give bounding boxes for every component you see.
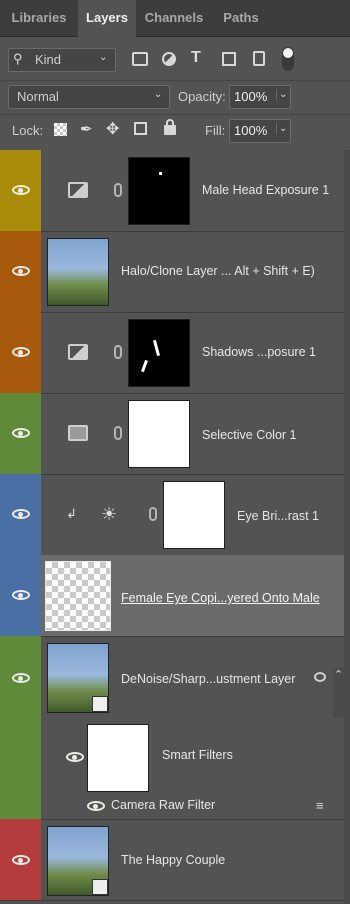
filter-kind-select[interactable]: ⚲ Kind ⌄ — [8, 48, 116, 72]
link-icon[interactable] — [149, 507, 157, 521]
camera-raw-eye-icon[interactable] — [87, 801, 105, 811]
layer-color-label — [0, 819, 41, 900]
layer-name[interactable]: Selective Color 1 — [202, 428, 297, 442]
lock-image-pixels-icon[interactable]: ✒ — [80, 120, 93, 138]
expand-chevron-icon[interactable]: ⌃ — [333, 668, 344, 718]
filter-toggle[interactable] — [282, 47, 294, 71]
lock-transparent-pixels-icon[interactable] — [54, 123, 67, 136]
layer-color-label — [0, 231, 41, 312]
layer-thumbnail[interactable] — [47, 826, 109, 896]
lock-position-icon[interactable]: ✥ — [106, 119, 119, 139]
layer-mask-thumbnail[interactable] — [128, 400, 190, 468]
layer-color-label — [0, 636, 41, 819]
layer-color-label — [0, 474, 41, 555]
eye-icon[interactable] — [12, 590, 30, 600]
link-icon[interactable] — [114, 183, 122, 197]
camera-raw-filter-label[interactable]: Camera Raw Filter — [111, 798, 215, 812]
smart-object-badge-icon — [92, 879, 108, 895]
link-icon[interactable] — [114, 426, 122, 440]
layer-thumbnail[interactable] — [45, 561, 111, 631]
eye-icon[interactable] — [12, 347, 30, 357]
layer-row[interactable]: DeNoise/Sharp...ustment Layer ⌃ Smart Fi… — [0, 636, 344, 820]
layer-name[interactable]: DeNoise/Sharp...ustment Layer — [121, 672, 295, 686]
brightness-contrast-icon: ☀ — [101, 504, 118, 524]
smart-object-badge-icon — [92, 696, 108, 712]
layer-name[interactable]: The Happy Couple — [121, 853, 225, 867]
fill-label: Fill: — [205, 123, 226, 138]
layer-thumbnail[interactable] — [47, 238, 109, 306]
layer-name[interactable]: Halo/Clone Layer ... Alt + Shift + E) — [121, 264, 315, 278]
lock-label: Lock: — [12, 123, 44, 138]
smart-filters-eye-icon[interactable] — [66, 752, 84, 762]
layer-name[interactable]: Eye Bri...rast 1 — [237, 509, 319, 523]
layer-color-label — [0, 150, 41, 231]
exposure-adjustment-icon — [68, 182, 88, 198]
search-icon: ⚲ — [13, 51, 23, 66]
layer-row[interactable]: Halo/Clone Layer ... Alt + Shift + E) — [0, 231, 344, 313]
pixel-layer-filter-icon[interactable] — [132, 52, 148, 66]
chevron-down-icon: ⌄ — [154, 89, 163, 100]
layer-row[interactable]: The Happy Couple — [0, 819, 344, 901]
fill-value: 100% — [234, 123, 268, 138]
eye-icon[interactable] — [12, 185, 30, 195]
filter-kind-label: Kind — [35, 52, 62, 67]
chevron-down-icon: ⌄ — [276, 89, 287, 100]
layer-row-selected[interactable]: Female Eye Copi...yered Onto Male — [0, 555, 344, 637]
blend-mode-select[interactable]: Normal ⌄ — [8, 85, 170, 109]
chevron-down-icon: ⌄ — [276, 123, 287, 134]
smart-filter-mask-thumbnail[interactable] — [87, 724, 149, 792]
eye-icon[interactable] — [12, 673, 30, 683]
layer-mask-thumbnail[interactable] — [128, 157, 190, 225]
panel-tabs: Libraries Layers Channels Paths — [0, 0, 350, 37]
eye-icon[interactable] — [12, 509, 30, 519]
lock-shackle — [166, 119, 174, 127]
layer-color-label — [0, 393, 41, 474]
layer-name[interactable]: Male Head Exposure 1 — [202, 183, 329, 197]
tab-paths[interactable]: Paths — [212, 0, 270, 36]
filter-toggle-knob — [283, 48, 293, 58]
layer-color-label — [0, 555, 41, 636]
layer-color-label — [0, 312, 41, 393]
opacity-value: 100% — [234, 89, 268, 104]
shape-layer-filter-icon[interactable] — [222, 52, 236, 66]
layer-thumbnail[interactable] — [47, 643, 109, 713]
exposure-adjustment-icon — [68, 344, 88, 360]
layer-row[interactable]: Shadows ...posure 1 — [0, 312, 344, 394]
lock-artboard-icon[interactable] — [134, 122, 147, 135]
layer-mask-thumbnail[interactable] — [163, 481, 225, 549]
fill-input[interactable]: 100% ⌄ — [229, 119, 291, 143]
blend-mode-value: Normal — [17, 89, 59, 104]
smart-object-filter-icon[interactable] — [253, 51, 265, 66]
clipping-mask-icon: ↲ — [66, 506, 77, 521]
layer-row[interactable]: Selective Color 1 — [0, 393, 344, 475]
opacity-label: Opacity: — [178, 89, 226, 104]
eye-icon[interactable] — [12, 428, 30, 438]
layers-scrollbar[interactable] — [344, 150, 350, 904]
layer-name[interactable]: Female Eye Copi...yered Onto Male — [121, 591, 320, 605]
type-layer-filter-icon[interactable]: T — [191, 49, 201, 67]
tab-channels[interactable]: Channels — [136, 0, 212, 36]
eye-icon[interactable] — [12, 266, 30, 276]
tab-libraries[interactable]: Libraries — [0, 0, 78, 36]
layer-row[interactable]: ↲ ☀ Eye Bri...rast 1 — [0, 474, 344, 556]
eye-icon[interactable] — [12, 855, 30, 865]
filter-blending-options-icon[interactable]: ≡ — [316, 798, 324, 813]
divider — [0, 80, 350, 81]
opacity-input[interactable]: 100% ⌄ — [229, 85, 291, 109]
adjustment-layer-filter-icon[interactable] — [162, 52, 176, 66]
tab-layers[interactable]: Layers — [78, 0, 136, 37]
layer-name[interactable]: Shadows ...posure 1 — [202, 345, 316, 359]
smart-filters-label[interactable]: Smart Filters — [162, 748, 233, 762]
link-icon[interactable] — [114, 345, 122, 359]
smart-filter-effects-icon[interactable] — [314, 672, 326, 682]
chevron-down-icon: ⌄ — [99, 52, 108, 63]
divider — [0, 114, 350, 115]
layer-row[interactable]: Male Head Exposure 1 — [0, 150, 344, 232]
layer-mask-thumbnail[interactable] — [128, 319, 190, 387]
selective-color-adjustment-icon — [68, 425, 88, 441]
